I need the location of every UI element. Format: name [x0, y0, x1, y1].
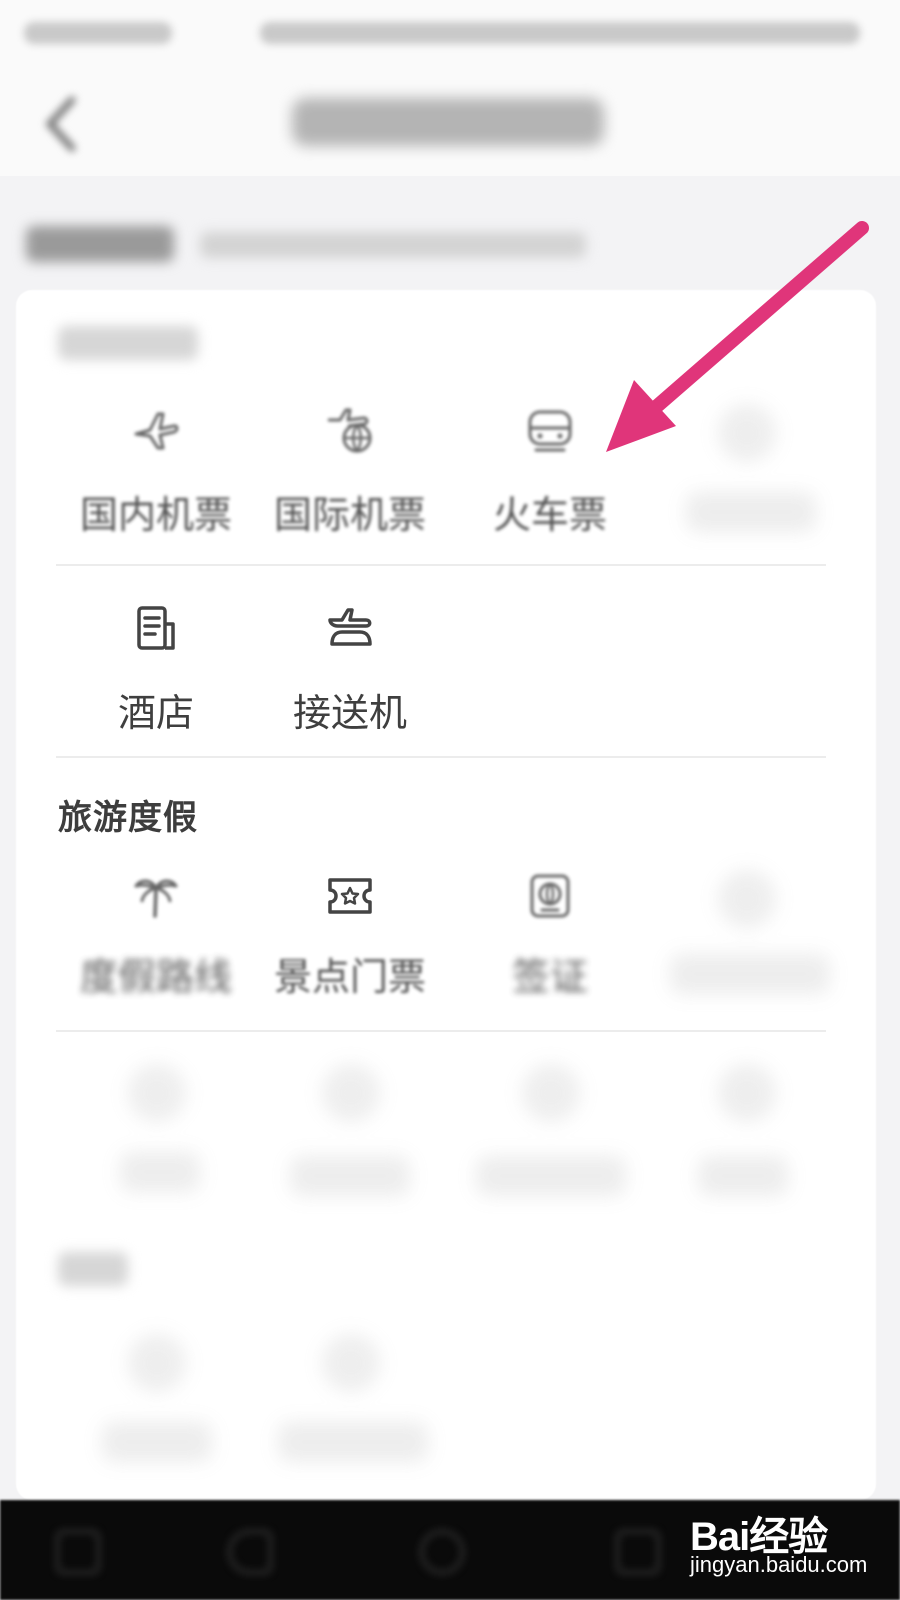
home-icon[interactable] [420, 1530, 464, 1574]
tile-attraction-tickets[interactable]: 景点门票 [250, 866, 450, 1006]
divider [56, 564, 826, 566]
tile-label-blurred [476, 1156, 626, 1196]
tile-label-blurred [120, 1152, 200, 1192]
divider [56, 756, 826, 758]
tile-label: 接送机 [292, 691, 407, 735]
bag-icon [128, 1334, 186, 1392]
tile-label-blurred [686, 492, 816, 532]
page-title-blurred [292, 98, 604, 146]
status-bar [0, 0, 900, 64]
tile-wifi-blurred[interactable] [56, 1060, 256, 1192]
tile-insurance-blurred[interactable] [646, 1060, 846, 1196]
tile-label: 景点门票 [273, 955, 426, 999]
section-label-transport-blurred [58, 326, 198, 360]
status-icons-blurred [260, 22, 860, 44]
subheader-description-blurred [200, 232, 586, 258]
tile-airport-transfer[interactable]: 接送机 [250, 598, 450, 738]
tile-other-1-blurred[interactable] [56, 1330, 256, 1462]
card-icon [322, 1334, 380, 1392]
globe-airplane-icon [320, 400, 380, 460]
recents-icon[interactable] [616, 1530, 660, 1574]
back-nav-icon[interactable] [228, 1530, 272, 1574]
passport-icon [520, 866, 580, 926]
divider [56, 1030, 826, 1032]
car-airplane-icon [320, 598, 380, 658]
tile-label-blurred [102, 1422, 212, 1462]
annotation-arrow [606, 221, 869, 452]
carrier-text-blurred [24, 22, 172, 44]
tile-domestic-flight[interactable]: 国内机票 [56, 400, 256, 540]
watermark-url: jingyan.baidu.com [690, 1552, 868, 1577]
service-icon [718, 870, 776, 928]
tile-label-blurred [698, 1156, 788, 1196]
section-label-other-blurred [58, 1252, 128, 1286]
airplane-icon [126, 400, 186, 460]
tile-label: 国际机票 [273, 493, 426, 537]
baidu-jingyan-watermark: Bai经验 jingyan.baidu.com [690, 1500, 890, 1590]
ticket-star-icon [320, 866, 380, 926]
tile-label: 签证 [511, 955, 588, 999]
tile-phone-card-blurred[interactable] [250, 1060, 450, 1196]
insurance-icon [718, 1064, 776, 1122]
tile-label-blurred [670, 954, 830, 994]
hotel-document-icon [126, 598, 186, 658]
tile-label: 酒店 [117, 691, 194, 735]
tile-international-flight[interactable]: 国际机票 [250, 400, 450, 540]
tile-label: 火车票 [492, 493, 607, 537]
tile-hotel[interactable]: 酒店 [56, 598, 256, 738]
tile-visa[interactable]: 签证 [450, 866, 650, 1006]
tile-vacation-routes[interactable]: 度假路线 [56, 866, 256, 1006]
currency-icon [522, 1064, 580, 1122]
menu-icon[interactable] [56, 1530, 100, 1574]
back-icon[interactable] [40, 94, 84, 154]
tile-other-2-blurred[interactable] [250, 1330, 450, 1462]
tile-label-blurred [278, 1422, 428, 1462]
tile-overseas-service-blurred[interactable] [646, 866, 846, 1006]
header [0, 64, 900, 176]
subheader-title-blurred [26, 226, 174, 262]
globe-icon [322, 1064, 380, 1122]
wifi-icon [128, 1064, 186, 1122]
palm-tree-icon [126, 866, 186, 926]
section-label-travel: 旅游度假 [58, 798, 198, 838]
tile-label-blurred [290, 1156, 410, 1196]
train-icon [520, 400, 580, 460]
tile-currency-blurred[interactable] [450, 1060, 650, 1196]
tile-label: 国内机票 [79, 493, 232, 537]
tile-label: 度假路线 [79, 955, 232, 999]
